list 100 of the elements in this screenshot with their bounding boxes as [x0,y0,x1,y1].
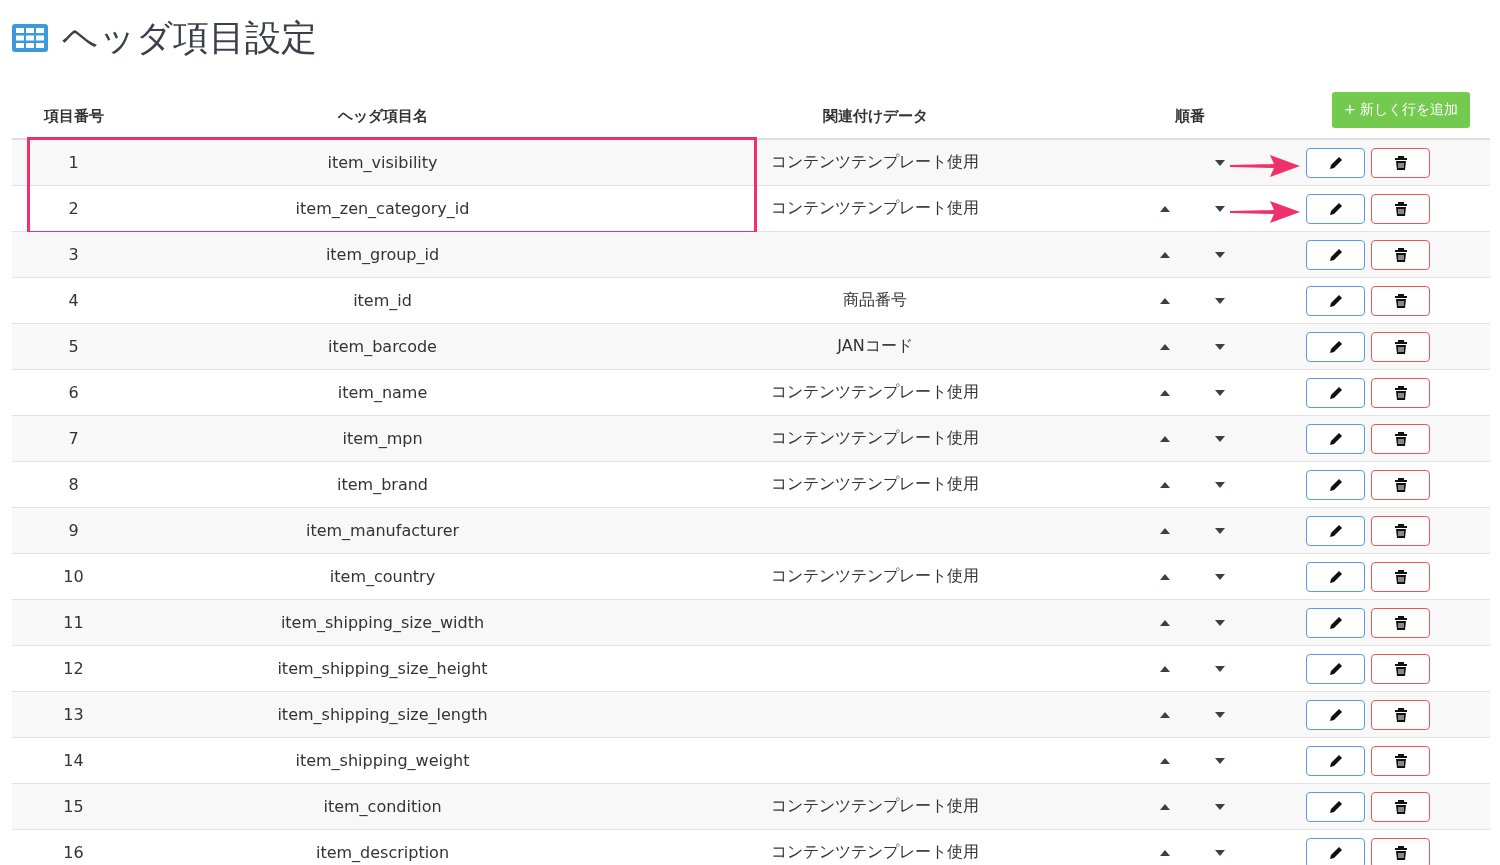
page-title: ヘッダ項目設定 [62,15,317,60]
table-cell-text: 7 [67,429,80,448]
edit-button[interactable] [1306,193,1365,224]
move-down-icon[interactable] [1215,389,1225,396]
edit-button[interactable] [1306,699,1365,730]
table-cell: コンテンツテンプレート使用 [771,474,979,493]
delete-button[interactable] [1371,699,1430,730]
add-row-button[interactable]: + 新しく行を追加 [1332,92,1471,128]
table-cell-text: item_mpn [341,429,424,448]
table-cell: コンテンツテンプレート使用 [771,796,979,815]
move-up-icon[interactable] [1160,849,1170,856]
edit-button[interactable] [1306,515,1365,546]
delete-button[interactable] [1371,331,1430,362]
delete-button[interactable] [1371,423,1430,454]
move-down-icon[interactable] [1215,803,1225,810]
delete-button[interactable] [1371,285,1430,316]
move-up-icon[interactable] [1160,251,1170,258]
column-header: 関連付けデータ [821,106,929,126]
table-cell-text: item_visibility [326,153,439,172]
move-down-icon[interactable] [1215,849,1225,856]
move-down-icon[interactable] [1215,343,1225,350]
table-cell-text: item_barcode [327,337,438,356]
move-down-icon[interactable] [1215,159,1225,166]
trash-icon [1392,476,1409,493]
move-down-icon[interactable] [1215,527,1225,534]
move-up-icon[interactable] [1160,481,1170,488]
trash-icon [1392,384,1409,401]
edit-button[interactable] [1306,147,1365,178]
trash-icon [1392,706,1409,723]
move-down-icon[interactable] [1215,297,1225,304]
delete-button[interactable] [1371,837,1430,865]
edit-button[interactable] [1306,745,1365,776]
table-cell-text: 10 [62,567,85,586]
move-up-icon[interactable] [1160,435,1170,442]
table-cell-text: 15 [62,797,85,816]
table-icon [12,24,48,52]
edit-button[interactable] [1306,377,1365,408]
table-cell-text: 9 [67,521,80,540]
delete-button[interactable] [1371,561,1430,592]
move-down-icon[interactable] [1215,205,1225,212]
move-up-icon[interactable] [1160,711,1170,718]
pencil-icon [1327,200,1344,217]
column-header: 項目番号 [42,106,105,126]
pencil-icon [1327,430,1344,447]
move-down-icon[interactable] [1215,481,1225,488]
table-cell: コンテンツテンプレート使用 [771,152,979,171]
table-cell-text: 6 [67,383,80,402]
move-up-icon[interactable] [1160,757,1170,764]
move-up-icon[interactable] [1160,297,1170,304]
move-up-icon[interactable] [1160,573,1170,580]
move-up-icon[interactable] [1160,803,1170,810]
move-up-icon[interactable] [1160,619,1170,626]
edit-button[interactable] [1306,653,1365,684]
move-up-icon[interactable] [1160,343,1170,350]
move-up-icon[interactable] [1160,389,1170,396]
delete-button[interactable] [1371,469,1430,500]
delete-button[interactable] [1371,193,1430,224]
table-cell-text: item_brand [336,475,429,494]
edit-button[interactable] [1306,239,1365,270]
trash-icon [1392,752,1409,769]
delete-button[interactable] [1371,377,1430,408]
move-down-icon[interactable] [1215,573,1225,580]
trash-icon [1392,614,1409,631]
edit-button[interactable] [1306,607,1365,638]
delete-button[interactable] [1371,239,1430,270]
delete-button[interactable] [1371,791,1430,822]
table-cell-text: 4 [67,291,80,310]
move-down-icon[interactable] [1215,665,1225,672]
delete-button[interactable] [1371,745,1430,776]
delete-button[interactable] [1371,147,1430,178]
move-down-icon[interactable] [1215,619,1225,626]
table-cell-text: item_name [336,383,429,402]
edit-button[interactable] [1306,469,1365,500]
pencil-icon [1327,706,1344,723]
delete-button[interactable] [1371,653,1430,684]
edit-button[interactable] [1306,791,1365,822]
move-down-icon[interactable] [1215,251,1225,258]
table-cell-text: 11 [62,613,85,632]
table-cell-text: 8 [67,475,80,494]
move-up-icon[interactable] [1160,665,1170,672]
edit-button[interactable] [1306,331,1365,362]
move-down-icon[interactable] [1215,757,1225,764]
trash-icon [1392,798,1409,815]
column-header: ヘッダ項目名 [336,106,429,126]
table-cell-text: item_shipping_size_length [276,705,489,724]
delete-button[interactable] [1371,515,1430,546]
edit-button[interactable] [1306,561,1365,592]
move-up-icon[interactable] [1160,205,1170,212]
move-up-icon[interactable] [1160,527,1170,534]
edit-button[interactable] [1306,837,1365,865]
trash-icon [1392,338,1409,355]
column-header: 順番 [1174,106,1206,126]
delete-button[interactable] [1371,607,1430,638]
pencil-icon [1327,246,1344,263]
edit-button[interactable] [1306,285,1365,316]
edit-button[interactable] [1306,423,1365,454]
move-down-icon[interactable] [1215,435,1225,442]
table-cell-text: item_shipping_size_width [279,613,486,632]
move-down-icon[interactable] [1215,711,1225,718]
trash-icon [1392,660,1409,677]
